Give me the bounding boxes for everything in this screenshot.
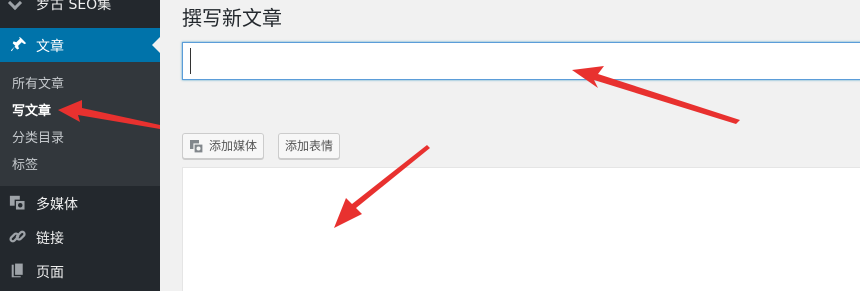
submenu-item-categories[interactable]: 分类目录 (12, 127, 64, 146)
posts-submenu: 所有文章 写文章 分类目录 标签 (0, 62, 160, 186)
sidebar-item-label: 多媒体 (36, 197, 78, 213)
add-emoji-button[interactable]: 添加表情 (278, 133, 341, 159)
pushpin-icon (10, 36, 27, 52)
add-emoji-label: 添加表情 (285, 139, 334, 153)
site-label: 罗古 SEO集 (36, 0, 112, 13)
post-title-input[interactable] (182, 42, 860, 80)
media-icon (9, 195, 26, 211)
active-indicator (152, 37, 160, 53)
page-icon (11, 262, 25, 278)
sidebar-item-label: 文章 (36, 39, 64, 55)
sidebar-item-label: 链接 (36, 231, 64, 247)
sidebar-item-label: 页面 (36, 265, 64, 281)
sidebar-item-pages[interactable]: 页面 (0, 254, 160, 288)
main-content: 撰写新文章 添加媒体 添加表情 (160, 0, 860, 291)
submenu-item-all-posts[interactable]: 所有文章 (12, 73, 64, 92)
text-caret (190, 48, 191, 74)
page-title: 撰写新文章 (182, 6, 282, 30)
add-media-label: 添加媒体 (209, 139, 258, 153)
post-content-editor[interactable] (182, 167, 860, 291)
media-icon (190, 139, 204, 154)
link-icon (9, 230, 26, 243)
add-media-button[interactable]: 添加媒体 (182, 133, 265, 159)
sidebar-item-links[interactable]: 链接 (0, 220, 160, 254)
sidebar-item-posts[interactable]: 文章 (0, 28, 160, 62)
sidebar-item-media[interactable]: 多媒体 (0, 186, 160, 220)
chevron-icon (7, 0, 23, 11)
submenu-item-new-post[interactable]: 写文章 (12, 100, 51, 119)
admin-sidebar: 罗古 SEO集 文章 所有文章 写文章 分类目录 标签 多媒体 链接 页面 (0, 0, 160, 291)
sidebar-site-item[interactable]: 罗古 SEO集 (0, 0, 160, 24)
submenu-item-tags[interactable]: 标签 (12, 154, 38, 173)
